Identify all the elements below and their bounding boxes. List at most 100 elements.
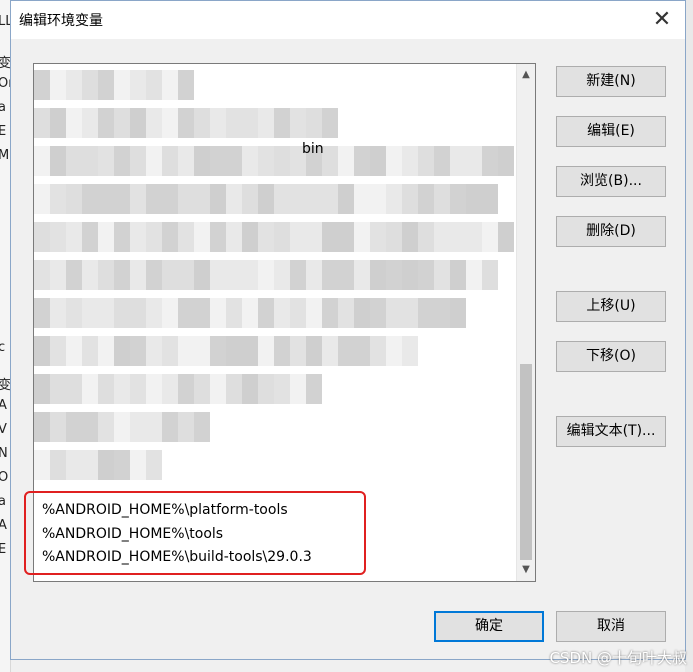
- blur-pixel: [498, 146, 514, 176]
- blur-pixel: [370, 146, 386, 176]
- blur-pixel: [66, 222, 82, 252]
- blur-pixel: [162, 146, 178, 176]
- new-button[interactable]: 新建(N): [556, 66, 666, 97]
- blur-pixel: [178, 184, 194, 214]
- dialog-title: 编辑环境变量: [19, 13, 103, 29]
- blur-pixel: [146, 222, 162, 252]
- blur-pixel: [114, 184, 130, 214]
- blur-pixel: [354, 222, 370, 252]
- blur-pixel: [210, 260, 226, 290]
- blur-pixel: [50, 222, 66, 252]
- blur-pixel: [242, 260, 258, 290]
- blur-pixel: [82, 222, 98, 252]
- blur-pixel: [226, 260, 242, 290]
- move-up-button[interactable]: 上移(U): [556, 291, 666, 322]
- blur-pixel: [34, 298, 50, 328]
- blur-pixel: [274, 298, 290, 328]
- edit-button[interactable]: 编辑(E): [556, 116, 666, 147]
- blur-pixel: [370, 260, 386, 290]
- blur-pixel: [34, 146, 50, 176]
- blur-pixel: [98, 70, 114, 100]
- blur-pixel: [322, 184, 338, 214]
- blur-pixel: [274, 146, 290, 176]
- blur-pixel: [130, 260, 146, 290]
- blur-pixel: [50, 70, 66, 100]
- watermark: CSDN @十旬叶大叔: [549, 649, 687, 667]
- blur-pixel: [210, 222, 226, 252]
- blur-pixel: [290, 108, 306, 138]
- blur-pixel: [434, 146, 450, 176]
- blur-pixel: [306, 108, 322, 138]
- blur-pixel: [498, 222, 514, 252]
- blur-pixel: [98, 260, 114, 290]
- blur-pixel: [290, 184, 306, 214]
- blur-pixel: [162, 412, 178, 442]
- blur-pixel: [370, 298, 386, 328]
- blur-pixel: [306, 374, 322, 404]
- move-down-button[interactable]: 下移(O): [556, 341, 666, 372]
- cancel-button[interactable]: 取消: [556, 611, 666, 642]
- blur-pixel: [194, 260, 210, 290]
- blur-pixel: [178, 146, 194, 176]
- blur-pixel: [242, 222, 258, 252]
- blur-pixel: [242, 146, 258, 176]
- blur-pixel: [146, 184, 162, 214]
- blur-pixel: [290, 374, 306, 404]
- blur-pixel: [322, 260, 338, 290]
- background-text: A: [0, 518, 7, 533]
- blur-pixel: [34, 450, 50, 480]
- blur-pixel: [50, 108, 66, 138]
- blur-pixel: [322, 108, 338, 138]
- blur-pixel: [258, 108, 274, 138]
- blur-pixel: [98, 146, 114, 176]
- scrollbar-thumb[interactable]: [520, 364, 532, 560]
- blur-pixel: [162, 336, 178, 366]
- blur-pixel: [258, 146, 274, 176]
- browse-button[interactable]: 浏览(B)...: [556, 166, 666, 197]
- vertical-scrollbar[interactable]: ▲ ▼: [516, 64, 535, 581]
- blur-pixel: [162, 298, 178, 328]
- blur-pixel: [98, 412, 114, 442]
- blur-pixel: [178, 336, 194, 366]
- blur-pixel: [130, 70, 146, 100]
- edit-text-button[interactable]: 编辑文本(T)...: [556, 416, 666, 447]
- blur-pixel: [258, 260, 274, 290]
- blur-pixel: [66, 184, 82, 214]
- blur-pixel: [370, 222, 386, 252]
- blur-pixel: [386, 146, 402, 176]
- blur-pixel: [178, 260, 194, 290]
- blur-pixel: [434, 298, 450, 328]
- blur-pixel: [82, 298, 98, 328]
- blur-pixel: [178, 412, 194, 442]
- blur-pixel: [258, 336, 274, 366]
- blur-pixel: [370, 336, 386, 366]
- blur-pixel: [402, 298, 418, 328]
- blur-pixel: [226, 222, 242, 252]
- blur-pixel: [386, 222, 402, 252]
- blur-pixel: [162, 260, 178, 290]
- blur-pixel: [50, 260, 66, 290]
- blur-pixel: [114, 336, 130, 366]
- blur-pixel: [34, 336, 50, 366]
- ok-button[interactable]: 确定: [434, 611, 544, 642]
- blur-pixel: [418, 184, 434, 214]
- blur-pixel: [34, 70, 50, 100]
- blur-pixel: [258, 298, 274, 328]
- blur-pixel: [450, 222, 466, 252]
- blur-pixel: [210, 108, 226, 138]
- blur-pixel: [466, 222, 482, 252]
- background-text: V: [0, 422, 7, 437]
- scroll-up-icon[interactable]: ▲: [517, 66, 535, 84]
- blur-pixel: [66, 298, 82, 328]
- blur-pixel: [66, 450, 82, 480]
- blur-pixel: [82, 260, 98, 290]
- blur-pixel: [130, 184, 146, 214]
- partial-entry-text: bin: [302, 141, 324, 157]
- blur-pixel: [274, 184, 290, 214]
- scroll-down-icon[interactable]: ▼: [517, 561, 535, 579]
- blur-pixel: [226, 374, 242, 404]
- delete-button[interactable]: 删除(D): [556, 216, 666, 247]
- blur-pixel: [50, 146, 66, 176]
- blur-pixel: [98, 374, 114, 404]
- close-icon[interactable]: ✕: [649, 7, 675, 33]
